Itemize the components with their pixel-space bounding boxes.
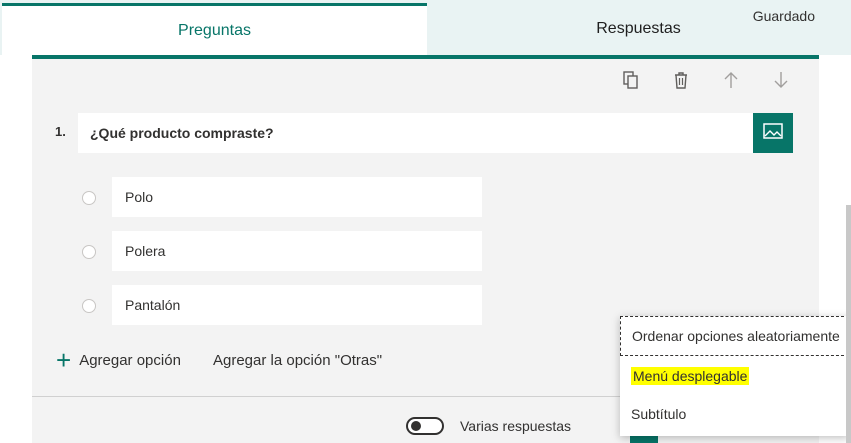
menu-item-shuffle-options[interactable]: Ordenar opciones aleatoriamente <box>620 316 849 356</box>
toggle-knob <box>411 421 421 431</box>
option-input[interactable]: Polo <box>112 177 482 217</box>
scrollbar[interactable] <box>846 205 851 443</box>
move-up-icon[interactable] <box>721 70 741 90</box>
option-radio <box>82 245 96 259</box>
plus-icon: + <box>56 345 72 375</box>
save-status: Guardado <box>752 8 815 24</box>
move-down-icon[interactable] <box>771 70 791 90</box>
menu-item-dropdown[interactable]: Menú desplegable <box>620 356 849 396</box>
question-title-input[interactable]: ¿Qué producto compraste? <box>78 113 753 153</box>
delete-icon[interactable] <box>671 70 691 90</box>
multiple-answers-label: Varias respuestas <box>460 418 572 434</box>
add-option-button[interactable]: + Agregar opción <box>56 345 181 375</box>
menu-item-dropdown-label: Menú desplegable <box>631 367 750 385</box>
tab-questions[interactable]: Preguntas <box>2 3 427 55</box>
insert-image-button[interactable] <box>753 113 793 153</box>
multiple-answers-toggle[interactable] <box>406 417 444 435</box>
more-settings-menu: Ordenar opciones aleatoriamente Menú des… <box>620 316 849 436</box>
menu-item-subtitle[interactable]: Subtítulo <box>620 394 849 434</box>
option-radio <box>82 191 96 205</box>
option-input[interactable]: Polera <box>112 231 482 271</box>
add-option-label: Agregar opción <box>79 351 181 369</box>
copy-icon[interactable] <box>621 70 641 90</box>
image-icon <box>763 122 783 144</box>
add-other-option-button[interactable]: Agregar la opción "Otras" <box>213 352 382 369</box>
option-input[interactable]: Pantalón <box>112 285 482 325</box>
option-radio <box>82 299 96 313</box>
question-number: 1. <box>55 124 66 139</box>
